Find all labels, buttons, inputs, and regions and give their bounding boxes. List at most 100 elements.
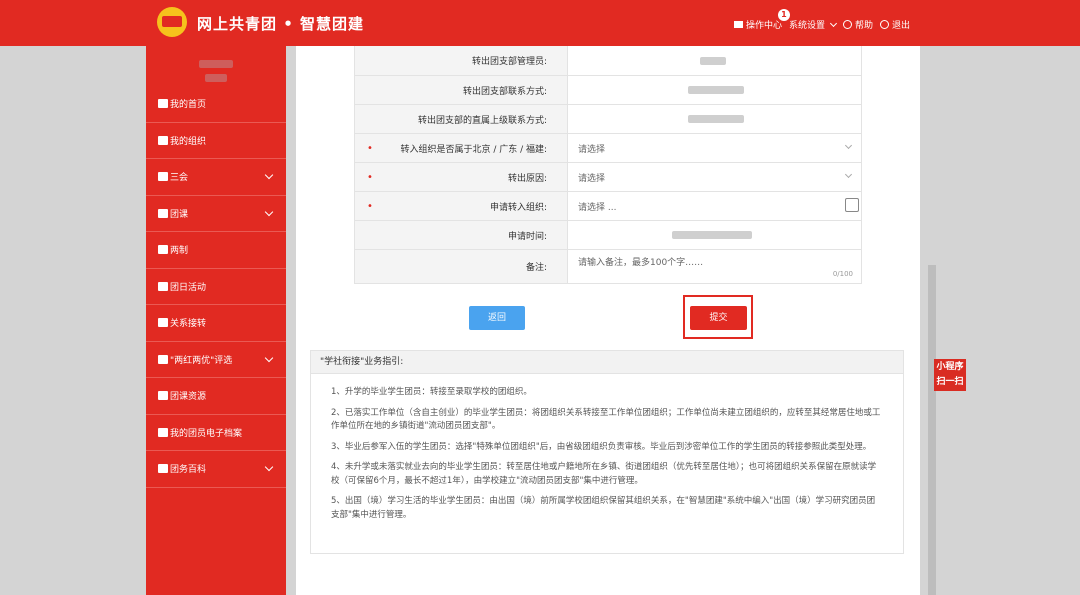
folder-icon bbox=[158, 391, 168, 401]
refresh-icon bbox=[158, 318, 168, 328]
field-placeholder: 请选择 ... bbox=[578, 202, 617, 213]
sidebar-item-label: 关系接转 bbox=[170, 319, 207, 330]
settings-label: 系统设置 bbox=[788, 21, 825, 31]
sidebar-item[interactable]: 团课 bbox=[146, 196, 286, 232]
sidebar-item[interactable]: "两红两优"评选 bbox=[146, 342, 286, 378]
sidebar-item[interactable]: 两制 bbox=[146, 232, 286, 269]
home-icon bbox=[158, 99, 168, 109]
user-info-blurred bbox=[197, 60, 235, 86]
guide-paragraph: 3、毕业后参军入伍的学生团员：选择"特殊单位团组织"后，由省级团组织负责审核。毕… bbox=[331, 441, 872, 452]
form-row: 备注: 请输入备注，最多100个字…… 0/100 bbox=[355, 249, 861, 283]
guide-body: 1、升学的毕业学生团员：转接至录取学校的团组织。 2、已落实工作单位（含自主创业… bbox=[311, 374, 903, 522]
form-label: 申请时间: bbox=[355, 221, 568, 249]
sidebar-item[interactable]: 我的团员电子档案 bbox=[146, 415, 286, 451]
blurred-user-name bbox=[199, 60, 233, 68]
sidebar-item-label: 团课资源 bbox=[170, 392, 207, 403]
form-label-text: 转入组织是否属于北京 / 广东 / 福建: bbox=[400, 144, 547, 155]
edit-icon[interactable] bbox=[845, 198, 859, 212]
circle-icon bbox=[158, 245, 168, 255]
sidebar-item[interactable]: 我的首页 bbox=[146, 86, 286, 123]
required-marker: • bbox=[367, 200, 373, 212]
textarea-placeholder: 请输入备注，最多100个字…… bbox=[578, 258, 704, 268]
blurred-user-org bbox=[205, 74, 227, 82]
top-header: 网上共青团 • 智慧团建 操作中心 1 系统设置 帮助 退出 bbox=[0, 0, 1080, 46]
sidebar-item-label: 团日活动 bbox=[170, 282, 207, 293]
users-icon bbox=[158, 135, 168, 145]
guide-title: "学社衔接"业务指引: bbox=[311, 351, 903, 374]
select-placeholder: 请选择 bbox=[578, 144, 606, 155]
folder-icon bbox=[158, 208, 168, 218]
region-select[interactable]: 请选择 bbox=[568, 134, 861, 162]
form-row: • 转出原因: 请选择 bbox=[355, 162, 861, 191]
miniapp-qr-button[interactable]: 小程序扫一扫 bbox=[934, 359, 966, 391]
submit-highlight: 提交 bbox=[683, 295, 753, 339]
remark-textarea[interactable]: 请输入备注，最多100个字…… 0/100 bbox=[568, 250, 861, 283]
sidebar-item[interactable]: 我的组织 bbox=[146, 123, 286, 159]
form-row: • 转入组织是否属于北京 / 广东 / 福建: 请选择 bbox=[355, 133, 861, 162]
sidebar-item[interactable]: 团课资源 bbox=[146, 378, 286, 415]
form-value bbox=[568, 105, 861, 133]
form-row: 转出团支部管理员: bbox=[355, 46, 861, 75]
submit-button[interactable]: 提交 bbox=[690, 306, 747, 330]
form-label-text: 申请转入组织: bbox=[489, 202, 547, 213]
select-placeholder: 请选择 bbox=[578, 173, 606, 184]
help-link[interactable]: 帮助 bbox=[842, 18, 873, 31]
help-icon bbox=[842, 20, 852, 29]
edit-icon bbox=[158, 354, 168, 364]
back-button[interactable]: 返回 bbox=[469, 306, 525, 330]
required-marker: • bbox=[367, 142, 373, 154]
sidebar-menu: 我的首页我的组织三会团课两制团日活动关系接转 "两红两优"评选 团课资源我的团员电子… bbox=[146, 86, 286, 488]
logout-link[interactable]: 退出 bbox=[879, 18, 910, 31]
file-icon bbox=[158, 427, 168, 437]
sidebar-item-label: 我的组织 bbox=[170, 136, 207, 147]
brand-title: 网上共青团 • 智慧团建 bbox=[197, 15, 365, 33]
sidebar-item-label: 我的团员电子档案 bbox=[170, 428, 243, 439]
char-counter: 0/100 bbox=[832, 270, 853, 278]
target-org-field[interactable]: 请选择 ... bbox=[568, 192, 861, 220]
sidebar-item-label: 团课 bbox=[170, 209, 189, 220]
sidebar: 我的首页我的组织三会团课两制团日活动关系接转 "两红两优"评选 团课资源我的团员电子… bbox=[146, 46, 286, 595]
sidebar-item-label: "两红两优"评选 bbox=[170, 355, 233, 366]
chevron-down-icon bbox=[264, 462, 274, 472]
main-content: 转出团支部管理员: 转出团支部联系方式: 转出团支部的直属上级联系方式: • 转入… bbox=[296, 46, 920, 595]
settings-menu[interactable]: 系统设置 bbox=[788, 18, 838, 31]
league-logo-icon[interactable] bbox=[157, 7, 187, 37]
form-value bbox=[568, 221, 861, 249]
sidebar-item[interactable]: 团日活动 bbox=[146, 269, 286, 305]
logout-label: 退出 bbox=[891, 21, 910, 31]
sidebar-item[interactable]: 团务百科 bbox=[146, 451, 286, 488]
blurred-value bbox=[672, 231, 752, 239]
ops-center-link[interactable]: 操作中心 1 bbox=[733, 9, 790, 31]
edit-icon bbox=[158, 172, 168, 182]
sidebar-item-label: 三会 bbox=[170, 173, 189, 184]
form-row: 申请时间: bbox=[355, 220, 861, 249]
form-row: 转出团支部联系方式: bbox=[355, 75, 861, 104]
sidebar-item-label: 我的首页 bbox=[170, 100, 207, 111]
form-label: 备注: bbox=[355, 250, 568, 283]
form-row: 转出团支部的直属上级联系方式: bbox=[355, 104, 861, 133]
form-row: • 申请转入组织: 请选择 ... bbox=[355, 191, 861, 220]
blurred-value bbox=[700, 56, 726, 65]
chevron-down-icon bbox=[264, 207, 274, 216]
mail-icon bbox=[733, 21, 743, 28]
form-label: • 转入组织是否属于北京 / 广东 / 福建: bbox=[355, 134, 568, 162]
guide-paragraph: 4、未升学或未落实就业去向的毕业学生团员：转至居住地或户籍地所在乡镇、街道团组织… bbox=[331, 462, 877, 486]
chevron-down-icon bbox=[844, 141, 853, 150]
required-marker: • bbox=[367, 171, 373, 183]
reason-select[interactable]: 请选择 bbox=[568, 163, 861, 191]
guide-paragraph: 5、出国（境）学习生活的毕业学生团员：由出国（境）前所属学校团组织保留其组织关系… bbox=[331, 496, 876, 520]
ops-center-label: 操作中心 bbox=[745, 21, 782, 31]
chevron-down-icon bbox=[264, 353, 274, 362]
scrollbar[interactable] bbox=[928, 265, 936, 595]
blurred-value bbox=[688, 86, 744, 94]
chevron-down-icon bbox=[844, 170, 853, 179]
users-icon bbox=[158, 464, 168, 474]
power-icon bbox=[879, 20, 889, 29]
form-label: 转出团支部的直属上级联系方式: bbox=[355, 105, 568, 133]
sidebar-item[interactable]: 关系接转 bbox=[146, 305, 286, 342]
form-label: 转出团支部管理员: bbox=[355, 46, 568, 75]
blurred-value bbox=[688, 115, 744, 123]
form-label: • 申请转入组织: bbox=[355, 192, 568, 220]
sidebar-item[interactable]: 三会 bbox=[146, 159, 286, 196]
transfer-form-table: 转出团支部管理员: 转出团支部联系方式: 转出团支部的直属上级联系方式: • 转入… bbox=[354, 46, 862, 284]
